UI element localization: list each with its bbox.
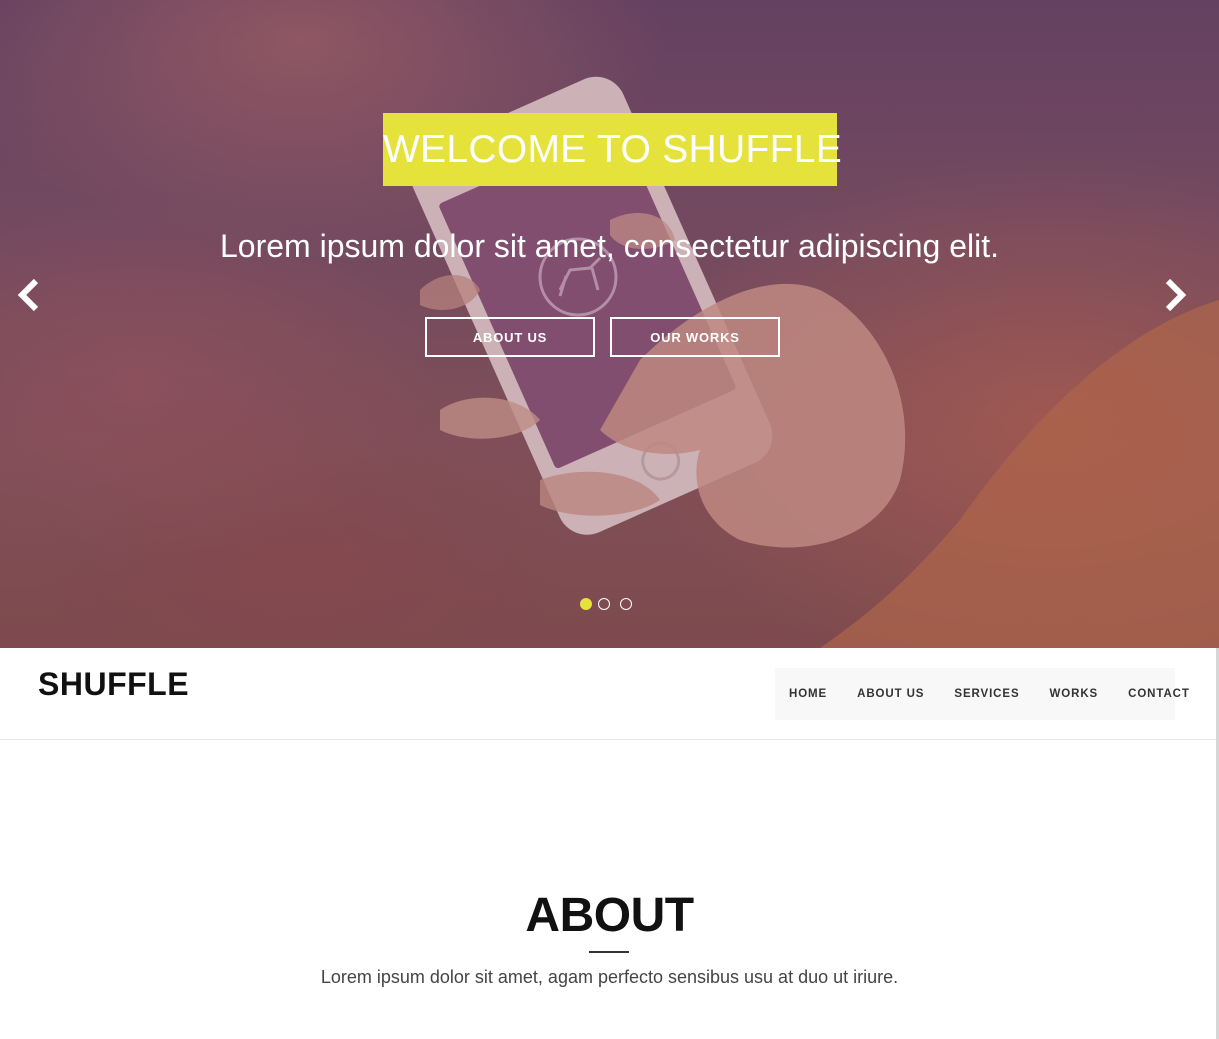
- nav-item-about-us[interactable]: ABOUT US: [857, 688, 924, 700]
- about-divider: [589, 951, 629, 953]
- carousel-dot-2[interactable]: [598, 598, 610, 610]
- carousel-dot-1[interactable]: [580, 598, 592, 610]
- brand-logo[interactable]: SHUFFLE: [38, 666, 189, 703]
- carousel-prev-button[interactable]: [16, 278, 42, 312]
- hero-subtitle: Lorem ipsum dolor sit amet, consectetur …: [219, 228, 999, 264]
- our-works-button[interactable]: OUR WORKS: [610, 317, 780, 357]
- navbar: SHUFFLE HOME ABOUT US SERVICES WORKS CON…: [0, 648, 1219, 740]
- nav-menu: HOME ABOUT US SERVICES WORKS CONTACT: [775, 668, 1189, 720]
- chevron-right-icon: [1165, 278, 1187, 312]
- about-title: ABOUT: [525, 889, 694, 942]
- carousel-dot-3[interactable]: [620, 598, 632, 610]
- about-us-button[interactable]: ABOUT US: [425, 317, 595, 357]
- chevron-left-icon: [17, 278, 39, 312]
- nav-item-services[interactable]: SERVICES: [954, 688, 1019, 700]
- nav-item-contact[interactable]: CONTACT: [1128, 688, 1190, 700]
- nav-item-works[interactable]: WORKS: [1050, 688, 1099, 700]
- carousel-indicators: [580, 597, 632, 611]
- carousel-next-button[interactable]: [1162, 278, 1188, 312]
- hero-title: WELCOME TO SHUFFLE: [383, 113, 842, 186]
- about-text: Lorem ipsum dolor sit amet, agam perfect…: [320, 967, 899, 987]
- nav-item-home[interactable]: HOME: [789, 688, 827, 700]
- hero-carousel: WELCOME TO SHUFFLE Lorem ipsum dolor sit…: [0, 0, 1219, 648]
